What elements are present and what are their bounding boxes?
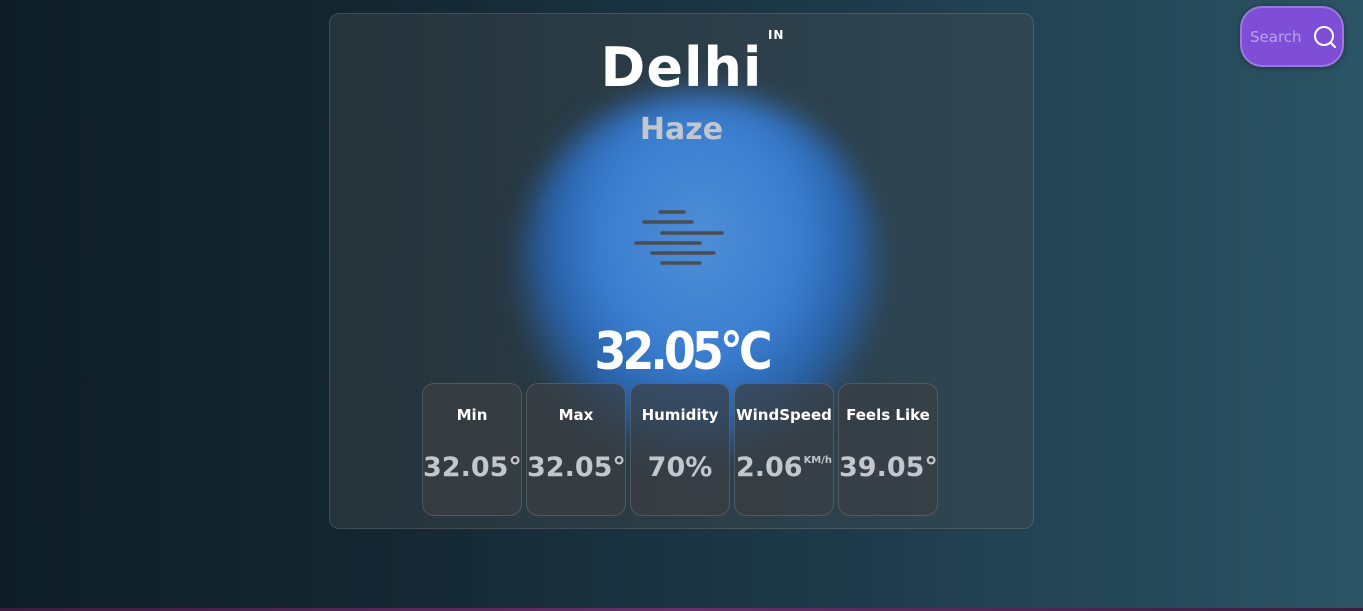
stat-label: WindSpeed xyxy=(736,406,832,424)
search-input[interactable] xyxy=(1250,27,1306,46)
stat-card-humidity: Humidity 70% xyxy=(630,383,730,516)
stat-unit: KM/h xyxy=(803,455,833,466)
stat-value: 39.05° xyxy=(839,452,938,483)
city-name-text: Delhi xyxy=(600,36,763,99)
haze-icon xyxy=(630,204,734,274)
stat-card-min: Min 32.05° xyxy=(422,383,522,516)
location-heading: Delhi IN xyxy=(330,28,1033,99)
stat-label: Feels Like xyxy=(846,406,930,424)
stat-card-feels-like: Feels Like 39.05° xyxy=(838,383,938,516)
stat-number: 70% xyxy=(647,452,713,483)
stat-card-windspeed: WindSpeed 2.06KM/h xyxy=(734,383,834,516)
stat-number: 2.06 xyxy=(735,452,803,483)
stat-label: Max xyxy=(558,406,594,424)
stat-number: 39.05° xyxy=(839,452,938,483)
weather-card: Delhi IN Haze 32.05°C Min 32.05° Max 32.0… xyxy=(329,13,1034,529)
stat-value: 32.05° xyxy=(527,452,626,483)
temperature: 32.05°C xyxy=(594,320,772,382)
stat-card-max: Max 32.05° xyxy=(526,383,626,516)
search-bar[interactable] xyxy=(1240,6,1344,67)
stat-number: 32.05° xyxy=(423,452,522,483)
stat-label: Humidity xyxy=(641,406,719,424)
stat-number: 32.05° xyxy=(527,452,626,483)
weather-condition: Haze xyxy=(639,112,724,147)
stat-value: 32.05° xyxy=(423,452,522,483)
stat-label: Min xyxy=(456,406,488,424)
country-code: IN xyxy=(767,28,785,42)
stat-value: 2.06KM/h xyxy=(735,452,833,483)
stats-row: Min 32.05° Max 32.05° Humidity 70% WindS… xyxy=(422,383,938,516)
search-icon[interactable] xyxy=(1312,24,1338,50)
stat-value: 70% xyxy=(631,452,729,483)
city-name: Delhi IN xyxy=(600,28,784,99)
